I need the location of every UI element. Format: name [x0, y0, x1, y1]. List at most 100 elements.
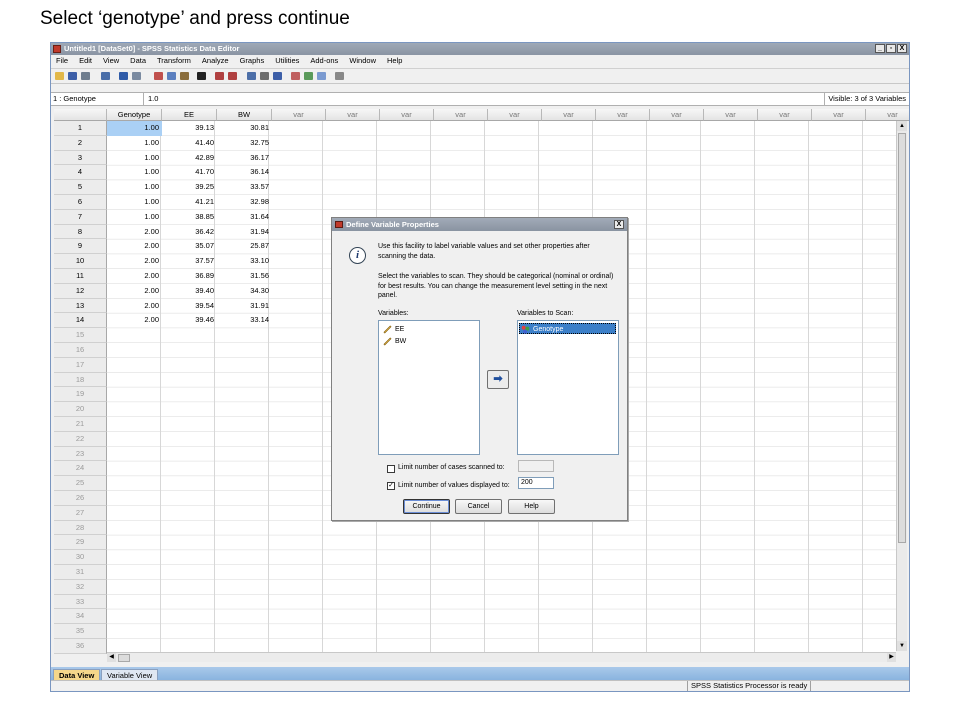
help-button[interactable]: Help	[508, 499, 555, 514]
row-header[interactable]: 8	[54, 224, 107, 240]
spelling-icon[interactable]	[335, 72, 344, 80]
variables-listbox[interactable]: EE BW	[378, 320, 480, 455]
row-header[interactable]: 33	[54, 594, 107, 610]
window-title-bar[interactable]: Untitled1 [DataSet0] - SPSS Statistics D…	[51, 43, 909, 55]
column-header[interactable]: var	[272, 109, 326, 121]
table-cell[interactable]: 1.00	[107, 121, 162, 136]
horizontal-scroll-thumb[interactable]	[118, 654, 130, 662]
table-cell[interactable]: 36.17	[217, 151, 272, 166]
limit-values-input[interactable]: 200	[518, 477, 554, 489]
find-icon[interactable]	[197, 72, 206, 80]
show-all-variables-icon[interactable]	[317, 72, 326, 80]
row-header[interactable]: 7	[54, 209, 107, 225]
column-header[interactable]: var	[812, 109, 866, 121]
limit-cases-checkbox[interactable]	[387, 465, 395, 473]
variables-to-scan-listbox[interactable]: Genotype	[517, 320, 619, 455]
scroll-right-icon[interactable]: ▶	[887, 653, 896, 662]
undo-icon[interactable]	[119, 72, 128, 80]
continue-button[interactable]: Continue	[403, 499, 450, 514]
table-cell[interactable]: 39.40	[162, 284, 217, 299]
row-header[interactable]: 28	[54, 520, 107, 536]
row-header[interactable]: 9	[54, 239, 107, 255]
table-cell[interactable]: 2.00	[107, 313, 162, 328]
column-header[interactable]: var	[758, 109, 812, 121]
table-cell[interactable]: 1.00	[107, 180, 162, 195]
scroll-up-icon[interactable]: ▲	[897, 121, 907, 131]
table-cell[interactable]: 32.98	[217, 195, 272, 210]
table-cell[interactable]: 1.00	[107, 195, 162, 210]
goto-case-icon[interactable]	[154, 72, 163, 80]
table-cell[interactable]: 31.91	[217, 299, 272, 314]
table-cell[interactable]: 31.64	[217, 210, 272, 225]
row-header[interactable]: 19	[54, 387, 107, 403]
open-folder-icon[interactable]	[55, 72, 64, 80]
dialog-recall-icon[interactable]	[101, 72, 110, 80]
restore-button[interactable]: ▫	[886, 44, 896, 53]
limit-values-checkbox[interactable]: ✓	[387, 482, 395, 490]
insert-cases-icon[interactable]	[215, 72, 224, 80]
menu-help[interactable]: Help	[387, 55, 402, 67]
table-cell[interactable]: 39.54	[162, 299, 217, 314]
row-header[interactable]: 14	[54, 313, 107, 329]
scroll-left-icon[interactable]: ◀	[107, 653, 116, 662]
table-cell[interactable]: 37.57	[162, 254, 217, 269]
table-cell[interactable]: 38.85	[162, 210, 217, 225]
row-header[interactable]: 32	[54, 579, 107, 595]
close-button[interactable]: X	[897, 44, 907, 53]
row-header[interactable]: 27	[54, 505, 107, 521]
limit-cases-input[interactable]	[518, 460, 554, 472]
row-header[interactable]: 31	[54, 565, 107, 580]
row-header[interactable]: 16	[54, 343, 107, 358]
row-header[interactable]: 4	[54, 165, 107, 181]
table-cell[interactable]: 36.14	[217, 165, 272, 180]
insert-variable-icon[interactable]	[228, 72, 237, 80]
row-header[interactable]: 10	[54, 254, 107, 269]
menu-file[interactable]: File	[56, 55, 68, 67]
row-header[interactable]: 24	[54, 461, 107, 477]
horizontal-scrollbar[interactable]: ◀ ▶	[107, 652, 896, 662]
menu-view[interactable]: View	[103, 55, 119, 67]
menu-addons[interactable]: Add-ons	[310, 55, 338, 67]
menu-utilities[interactable]: Utilities	[275, 55, 299, 67]
table-cell[interactable]: 1.00	[107, 136, 162, 151]
menu-transform[interactable]: Transform	[157, 55, 191, 67]
table-cell[interactable]: 41.21	[162, 195, 217, 210]
row-header[interactable]: 12	[54, 283, 107, 299]
table-cell[interactable]: 39.25	[162, 180, 217, 195]
table-cell[interactable]: 2.00	[107, 284, 162, 299]
weight-cases-icon[interactable]	[260, 72, 269, 80]
menu-analyze[interactable]: Analyze	[202, 55, 229, 67]
dialog-title-bar[interactable]: Define Variable Properties X	[332, 218, 627, 231]
column-header[interactable]: var	[326, 109, 380, 121]
menu-data[interactable]: Data	[130, 55, 146, 67]
table-cell[interactable]: 33.57	[217, 180, 272, 195]
table-cell[interactable]: 41.70	[162, 165, 217, 180]
split-file-icon[interactable]	[247, 72, 256, 80]
table-cell[interactable]: 31.56	[217, 269, 272, 284]
column-header[interactable]: var	[488, 109, 542, 121]
table-cell[interactable]: 36.42	[162, 225, 217, 240]
column-header[interactable]: Genotype	[107, 109, 162, 121]
row-header[interactable]: 23	[54, 446, 107, 462]
row-header[interactable]: 20	[54, 402, 107, 417]
cancel-button[interactable]: Cancel	[455, 499, 502, 514]
menu-graphs[interactable]: Graphs	[240, 55, 265, 67]
minimize-button[interactable]: _	[875, 44, 885, 53]
table-cell[interactable]: 30.81	[217, 121, 272, 136]
row-header[interactable]: 29	[54, 535, 107, 551]
list-item[interactable]: Genotype	[519, 323, 616, 334]
column-header[interactable]: var	[380, 109, 434, 121]
list-item[interactable]: EE	[382, 324, 407, 335]
vertical-scrollbar[interactable]: ▲ ▼	[896, 121, 907, 651]
row-header[interactable]: 15	[54, 328, 107, 343]
table-cell[interactable]: 1.00	[107, 165, 162, 180]
column-header[interactable]: var	[866, 109, 909, 121]
table-cell[interactable]: 1.00	[107, 210, 162, 225]
scroll-down-icon[interactable]: ▼	[897, 641, 907, 651]
table-cell[interactable]: 25.87	[217, 239, 272, 254]
row-header[interactable]: 2	[54, 135, 107, 151]
row-header[interactable]: 25	[54, 476, 107, 491]
row-header[interactable]: 17	[54, 357, 107, 373]
row-header[interactable]: 3	[54, 150, 107, 166]
row-header[interactable]: 34	[54, 609, 107, 625]
